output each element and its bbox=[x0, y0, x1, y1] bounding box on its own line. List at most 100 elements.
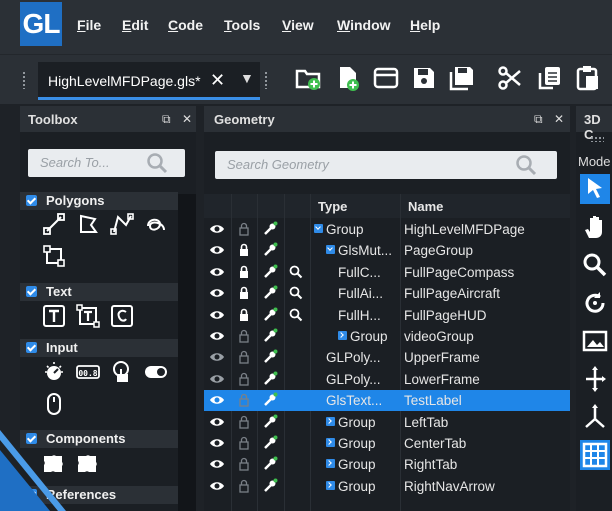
close-panel-icon[interactable]: ✕ bbox=[554, 112, 564, 126]
tree-row[interactable]: Group RightTab bbox=[204, 454, 570, 475]
component-alt-tool-icon[interactable] bbox=[76, 450, 100, 474]
toolbar-grip[interactable] bbox=[22, 71, 26, 89]
search-icon[interactable] bbox=[288, 264, 304, 280]
rotate-icon[interactable] bbox=[580, 288, 610, 318]
lock-icon[interactable] bbox=[236, 264, 252, 280]
search-icon[interactable] bbox=[146, 152, 168, 174]
lock-icon[interactable] bbox=[236, 328, 252, 344]
zoom-icon[interactable] bbox=[580, 250, 610, 280]
expand-toggle-icon[interactable] bbox=[338, 331, 347, 340]
line-tool-icon[interactable] bbox=[42, 212, 66, 236]
grid-icon[interactable] bbox=[580, 440, 610, 470]
column-type-header[interactable]: Type bbox=[318, 199, 347, 214]
expand-toggle-icon[interactable] bbox=[326, 245, 335, 255]
checkbox-icon[interactable] bbox=[26, 342, 37, 353]
text-tool-icon[interactable] bbox=[42, 304, 66, 328]
geometry-search-input[interactable]: Search Geometry bbox=[215, 151, 557, 179]
mouse-tool-icon[interactable] bbox=[42, 392, 66, 416]
eye-icon[interactable] bbox=[209, 478, 225, 494]
tree-row[interactable]: Group CenterTab bbox=[204, 433, 570, 454]
font-text-tool-icon[interactable] bbox=[110, 304, 134, 328]
panel-grip[interactable] bbox=[590, 136, 604, 142]
wrench-icon[interactable] bbox=[262, 371, 278, 387]
eye-icon[interactable] bbox=[209, 307, 225, 323]
new-file-icon[interactable] bbox=[334, 64, 362, 92]
lock-icon[interactable] bbox=[236, 221, 252, 237]
eye-icon[interactable] bbox=[209, 328, 225, 344]
tree-row[interactable]: FullH... FullPageHUD bbox=[204, 305, 570, 326]
checkbox-icon[interactable] bbox=[26, 286, 37, 297]
toolbox-scrollbar[interactable] bbox=[178, 194, 196, 511]
lock-icon[interactable] bbox=[236, 349, 252, 365]
tree-row[interactable]: Group videoGroup bbox=[204, 326, 570, 347]
close-panel-icon[interactable]: ✕ bbox=[182, 112, 192, 126]
tree-row[interactable]: Group HighLevelMFDPage bbox=[204, 219, 570, 240]
save-all-icon[interactable] bbox=[448, 64, 476, 92]
open-icon[interactable] bbox=[372, 64, 400, 92]
wrench-icon[interactable] bbox=[262, 456, 278, 472]
expand-toggle-icon[interactable] bbox=[326, 459, 335, 469]
tree-row[interactable]: GLPoly... UpperFrame bbox=[204, 347, 570, 368]
chevron-down-icon[interactable]: ▼ bbox=[240, 70, 254, 86]
menu-tools[interactable]: Tools bbox=[224, 17, 260, 33]
lock-icon[interactable] bbox=[236, 392, 252, 408]
spline-tool-icon[interactable] bbox=[144, 212, 168, 236]
search-icon[interactable] bbox=[288, 307, 304, 323]
wrench-icon[interactable] bbox=[262, 414, 278, 430]
wrench-icon[interactable] bbox=[262, 349, 278, 365]
wrench-icon[interactable] bbox=[262, 307, 278, 323]
close-icon[interactable]: ✕ bbox=[210, 70, 225, 91]
eye-icon[interactable] bbox=[209, 414, 225, 430]
lock-icon[interactable] bbox=[236, 371, 252, 387]
category-text[interactable]: Text bbox=[20, 283, 178, 301]
column-name-header[interactable]: Name bbox=[408, 199, 443, 214]
tree-row[interactable]: FullAi... FullPageAircraft bbox=[204, 283, 570, 304]
tree-row[interactable]: Group RightNavArrow bbox=[204, 476, 570, 497]
search-icon[interactable] bbox=[515, 154, 537, 176]
polygon-tool-icon[interactable] bbox=[76, 212, 100, 236]
menu-edit[interactable]: Edit bbox=[122, 17, 148, 33]
text-box-tool-icon[interactable] bbox=[76, 304, 100, 328]
eye-icon[interactable] bbox=[209, 285, 225, 301]
polyline-tool-icon[interactable] bbox=[110, 212, 134, 236]
wrench-icon[interactable] bbox=[262, 435, 278, 451]
hand-pan-icon[interactable] bbox=[580, 212, 610, 242]
copy-icon[interactable] bbox=[536, 64, 564, 92]
eye-icon[interactable] bbox=[209, 435, 225, 451]
search-icon[interactable] bbox=[288, 285, 304, 301]
expand-toggle-icon[interactable] bbox=[326, 480, 335, 490]
checkbox-icon[interactable] bbox=[26, 195, 37, 206]
category-polygons[interactable]: Polygons bbox=[20, 192, 178, 210]
digital-counter-icon[interactable]: 00.8 bbox=[76, 360, 100, 384]
paste-icon[interactable] bbox=[574, 64, 602, 92]
image-icon[interactable] bbox=[580, 326, 610, 356]
menu-file[interactable]: File bbox=[77, 17, 101, 33]
float-panel-icon[interactable]: ⧉ bbox=[162, 112, 171, 127]
lock-icon[interactable] bbox=[236, 456, 252, 472]
tree-row[interactable]: GlsMut... PageGroup bbox=[204, 240, 570, 261]
menu-view[interactable]: View bbox=[282, 17, 314, 33]
move-axes-icon[interactable] bbox=[580, 364, 610, 394]
tree-row[interactable]: Group LeftTab bbox=[204, 412, 570, 433]
wrench-icon[interactable] bbox=[262, 328, 278, 344]
eye-icon[interactable] bbox=[209, 392, 225, 408]
tree-row[interactable]: GLPoly... LowerFrame bbox=[204, 369, 570, 390]
toolbar-grip[interactable] bbox=[264, 71, 268, 89]
wrench-icon[interactable] bbox=[262, 221, 278, 237]
tree-row[interactable]: FullC... FullPageCompass bbox=[204, 262, 570, 283]
eye-icon[interactable] bbox=[209, 242, 225, 258]
eye-icon[interactable] bbox=[209, 371, 225, 387]
category-input[interactable]: Input bbox=[20, 339, 178, 357]
lock-icon[interactable] bbox=[236, 478, 252, 494]
menu-help[interactable]: Help bbox=[410, 17, 440, 33]
wrench-icon[interactable] bbox=[262, 392, 278, 408]
lock-icon[interactable] bbox=[236, 414, 252, 430]
wrench-icon[interactable] bbox=[262, 242, 278, 258]
cut-icon[interactable] bbox=[496, 64, 524, 92]
wrench-icon[interactable] bbox=[262, 478, 278, 494]
eye-icon[interactable] bbox=[209, 349, 225, 365]
toggle-tool-icon[interactable] bbox=[144, 360, 168, 384]
expand-toggle-icon[interactable] bbox=[314, 224, 323, 233]
wrench-icon[interactable] bbox=[262, 264, 278, 280]
select-arrow-icon[interactable] bbox=[580, 174, 610, 204]
